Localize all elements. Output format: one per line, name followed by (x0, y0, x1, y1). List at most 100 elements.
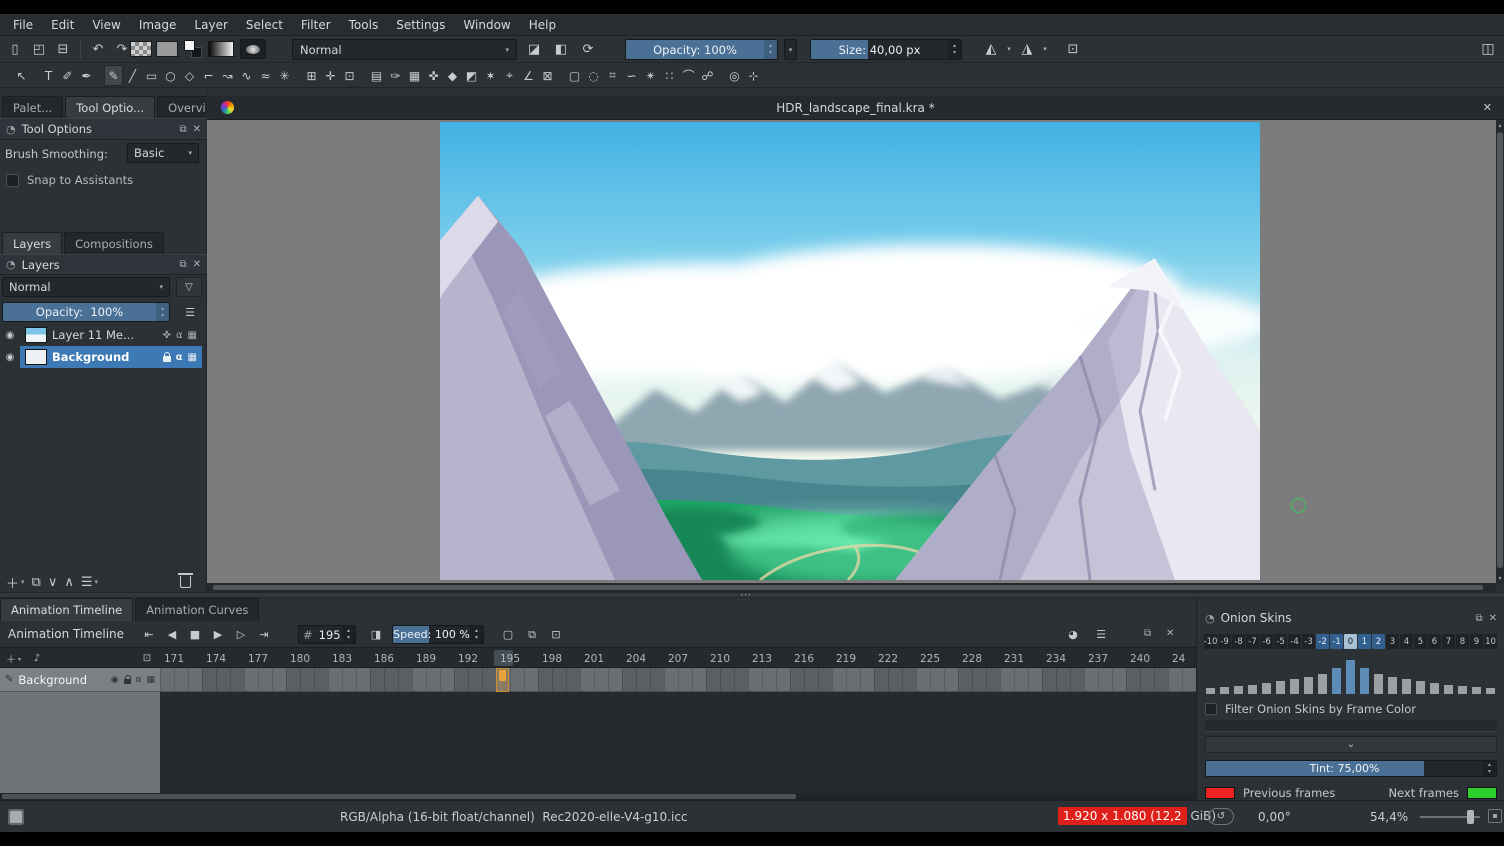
mirror-horizontal-button[interactable]: ◭ (980, 38, 1002, 60)
pattern-edit-tool[interactable]: ▦ (405, 65, 424, 86)
lock-icon[interactable] (124, 679, 131, 684)
skip-to-start-button[interactable]: ⇤ (138, 624, 160, 644)
mirror-vertical-button[interactable]: ◮ (1016, 38, 1038, 60)
timeline-menu-icon[interactable]: ☰ (1090, 624, 1112, 644)
zoom-slider-handle[interactable] (1467, 810, 1474, 824)
alpha-icon[interactable]: α (136, 675, 142, 685)
onion-opacity-slider[interactable] (1262, 683, 1271, 694)
onion-opacity-slider[interactable] (1444, 685, 1453, 694)
opacity-slider[interactable]: Opacity: 100% ▴▾ (625, 39, 778, 60)
frame-number-195[interactable]: 195 (496, 648, 538, 668)
properties-dropdown-icon[interactable]: ▾ (95, 578, 99, 586)
frame-number-240[interactable]: 240 (1126, 648, 1168, 668)
move-layer-down-button[interactable]: ∨ (48, 575, 58, 590)
frame-number-180[interactable]: 180 (286, 648, 328, 668)
onion-opacity-slider[interactable] (1318, 674, 1327, 694)
filter-by-frame-color-checkbox[interactable] (1205, 703, 1217, 715)
layer-properties-button[interactable]: ☰ (81, 575, 93, 590)
duplicate-frame-button[interactable]: ⧉ (522, 625, 542, 644)
layer-visibility-icon[interactable]: ◉ (0, 330, 20, 341)
onion-opacity-slider[interactable] (1486, 688, 1495, 694)
menu-layer[interactable]: Layer (185, 18, 236, 32)
save-button[interactable]: ⊟ (52, 39, 74, 59)
zoom-fit-timeline-button[interactable]: ⊡ (140, 651, 154, 665)
frame-number-216[interactable]: 216 (790, 648, 832, 668)
edit-shapes-tool[interactable]: ✐ (58, 65, 77, 86)
play-button[interactable]: ▶ (207, 624, 229, 644)
zoom-mode-button[interactable] (1488, 809, 1502, 823)
frame-number-192[interactable]: 192 (454, 648, 496, 668)
frame-number-231[interactable]: 231 (1000, 648, 1042, 668)
onion-offset-2[interactable]: 2 (1372, 634, 1385, 649)
delete-layer-button[interactable] (180, 576, 191, 588)
onion-offset--6[interactable]: -6 (1260, 634, 1273, 649)
menu-filter[interactable]: Filter (292, 18, 340, 32)
freehand-select-tool[interactable]: ∽ (622, 65, 641, 86)
onion-offset-5[interactable]: 5 (1414, 634, 1427, 649)
brush-preset-chooser[interactable] (240, 39, 266, 59)
docker-menu-icon[interactable]: ◔ (6, 123, 16, 136)
spin-down-icon[interactable]: ▾ (161, 313, 164, 319)
dropdown-arrow-icon[interactable]: ▾ (1040, 39, 1050, 59)
zoom-tool[interactable]: ◎ (725, 65, 744, 86)
onion-opacity-slider[interactable] (1290, 679, 1299, 694)
frame-number-24[interactable]: 24 (1168, 648, 1196, 668)
gradient-preview-button[interactable] (208, 41, 234, 57)
docker-menu-icon[interactable]: ◔ (1205, 612, 1215, 625)
new-image-button[interactable]: ▯ (4, 39, 26, 59)
onion-opacity-slider[interactable] (1332, 668, 1341, 694)
onion-offset-1[interactable]: 1 (1358, 634, 1371, 649)
magnetic-select-tool[interactable]: ☍ (698, 65, 717, 86)
close-docker-icon[interactable]: ✕ (1489, 613, 1497, 624)
onion-offset-6[interactable]: 6 (1428, 634, 1441, 649)
frame-cells[interactable] (160, 668, 1196, 692)
layer-row-selected[interactable]: ◉ Background α ▦ (0, 346, 202, 368)
menu-file[interactable]: File (4, 18, 42, 32)
line-tool[interactable]: ╱ (123, 65, 142, 86)
ellipse-tool[interactable]: ○ (161, 65, 180, 86)
docker-menu-icon[interactable]: ◔ (6, 258, 16, 271)
scrollbar-handle[interactable] (2, 794, 796, 799)
onion-opacity-slider[interactable] (1360, 668, 1369, 694)
snap-to-assistants-checkbox[interactable] (6, 174, 19, 187)
timeline-layer-header[interactable]: ✎ Background ◉ α ▦ (0, 668, 160, 692)
timeline-scrollbar[interactable] (0, 793, 1196, 800)
foreground-background-colors[interactable] (184, 40, 202, 58)
layer-row-body[interactable]: Layer 11 Me... ✜ α ▦ (20, 324, 202, 346)
menu-window[interactable]: Window (454, 18, 519, 32)
frame-number-222[interactable]: 222 (874, 648, 916, 668)
canvas-horizontal-scrollbar[interactable] (207, 583, 1496, 592)
frame-number-183[interactable]: 183 (328, 648, 370, 668)
zoom-slider[interactable] (1420, 816, 1480, 818)
frame-number-225[interactable]: 225 (916, 648, 958, 668)
gradient-chooser[interactable] (130, 41, 152, 57)
tab-animation-curves[interactable]: Animation Curves (135, 598, 259, 621)
onion-opacity-slider[interactable] (1430, 683, 1439, 694)
playback-speed-slider[interactable]: Speed: 100 % ▴▾ (392, 625, 484, 644)
undo-button[interactable]: ↶ (87, 39, 109, 59)
onion-offset--3[interactable]: -3 (1302, 634, 1315, 649)
spin-down-icon[interactable]: ▾ (953, 50, 956, 56)
add-keyframe-button[interactable]: ＋ (4, 651, 18, 665)
layer-visibility-icon[interactable]: ◉ (0, 352, 20, 363)
onion-opacity-slider[interactable] (1374, 674, 1383, 694)
fuzzy-select-tool[interactable]: ✴ (641, 65, 660, 86)
onion-opacity-slider[interactable] (1276, 681, 1285, 694)
onion-offset-3[interactable]: 3 (1386, 634, 1399, 649)
onion-opacity-slider[interactable] (1234, 686, 1243, 694)
scroll-down-icon[interactable]: ▾ (1496, 573, 1504, 583)
float-docker-icon[interactable]: ⧉ (1475, 613, 1482, 624)
frame-number-198[interactable]: 198 (538, 648, 580, 668)
bezier-curve-tool[interactable]: ↝ (218, 65, 237, 86)
gradient-tool[interactable]: ▤ (367, 65, 386, 86)
onion-offset-9[interactable]: 9 (1470, 634, 1483, 649)
multibrush-tool[interactable]: ✳ (275, 65, 294, 86)
polygon-tool[interactable]: ◇ (180, 65, 199, 86)
frame-number-177[interactable]: 177 (244, 648, 286, 668)
audio-options-icon[interactable]: ♪ (30, 651, 44, 665)
reload-preset-button[interactable]: ⟳ (577, 38, 599, 60)
frame-number-204[interactable]: 204 (622, 648, 664, 668)
frame-number-186[interactable]: 186 (370, 648, 412, 668)
frame-number-237[interactable]: 237 (1084, 648, 1126, 668)
scrollbar-handle[interactable] (213, 585, 1483, 590)
